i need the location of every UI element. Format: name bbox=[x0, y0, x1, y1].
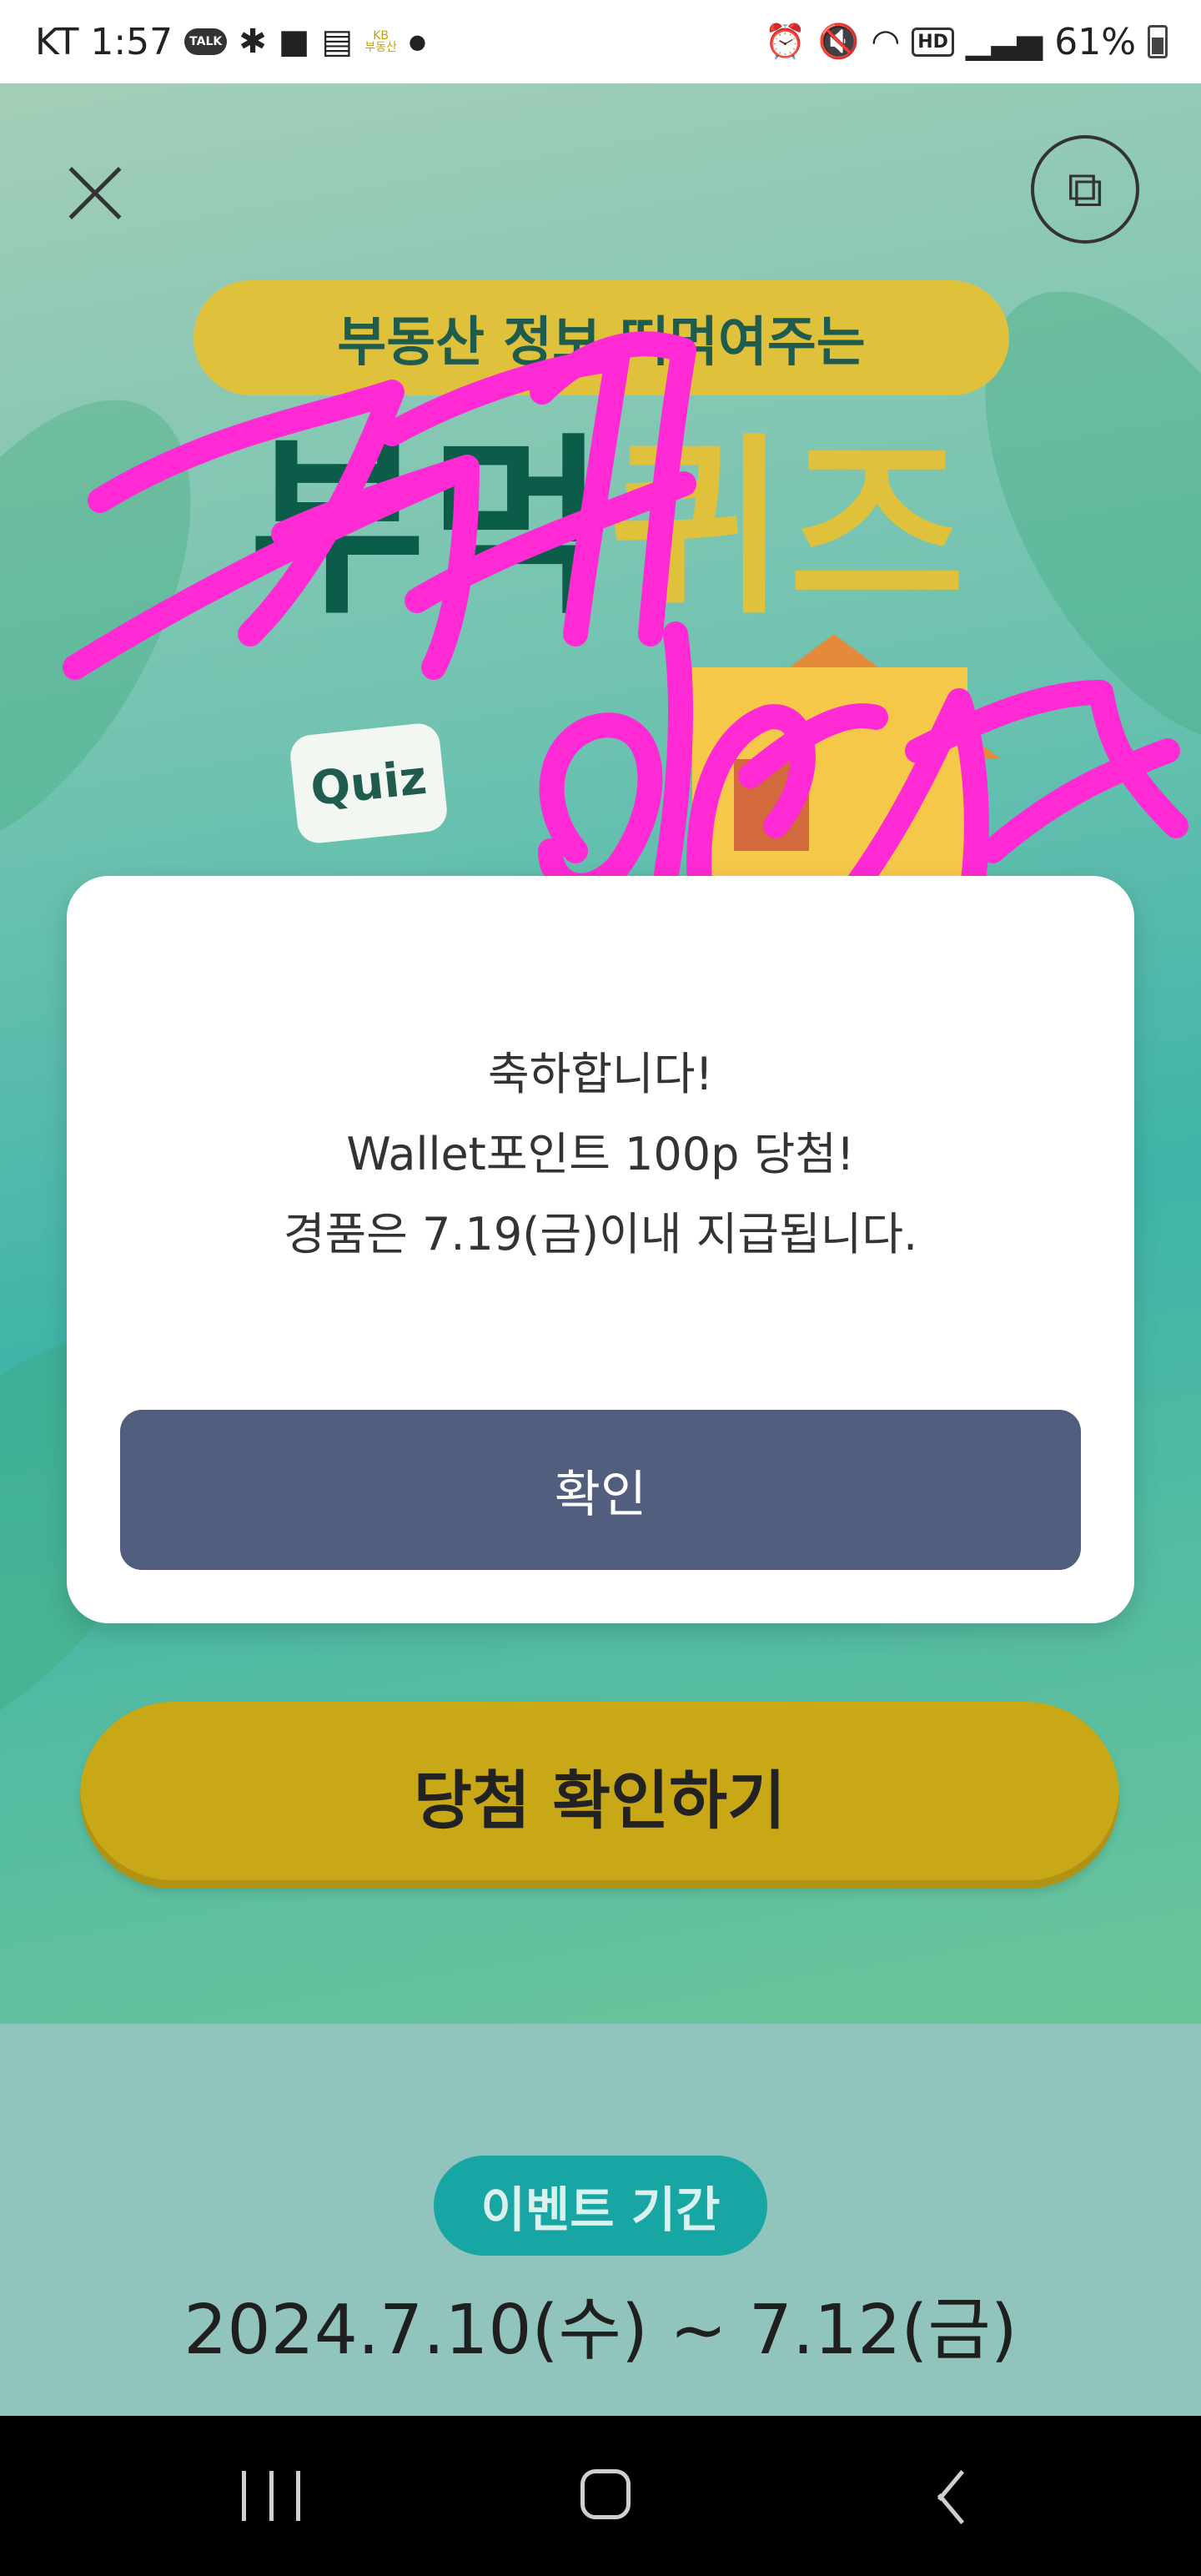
dialog-line-prize: Wallet포인트 100p 당첨! bbox=[346, 1128, 855, 1180]
home-icon[interactable] bbox=[580, 2469, 631, 2519]
handwritten-scribble bbox=[63, 331, 1188, 938]
confirm-button[interactable]: 확인 bbox=[120, 1410, 1081, 1570]
dialog-message: 축하합니다! Wallet포인트 100p 당첨! 경품은 7.19(금)이내 … bbox=[67, 1034, 1134, 1275]
event-period-section: 이벤트 기간 2024.7.10(수) ~ 7.12(금) bbox=[0, 2024, 1201, 2416]
dialog-line-payment: 경품은 7.19(금)이내 지급됩니다. bbox=[283, 1208, 918, 1260]
recent-apps-icon[interactable] bbox=[242, 2471, 300, 2521]
check-result-button[interactable]: 당첨 확인하기 bbox=[80, 1702, 1119, 1889]
event-period-dates: 2024.7.10(수) ~ 7.12(금) bbox=[183, 2291, 1018, 2370]
back-icon[interactable] bbox=[932, 2469, 966, 2523]
navigation-bar bbox=[0, 2416, 1201, 2576]
dialog-line-congrats: 축하합니다! bbox=[487, 1048, 714, 1100]
event-period-badge: 이벤트 기간 bbox=[434, 2156, 767, 2256]
result-dialog: 축하합니다! Wallet포인트 100p 당첨! 경품은 7.19(금)이내 … bbox=[67, 876, 1134, 1623]
